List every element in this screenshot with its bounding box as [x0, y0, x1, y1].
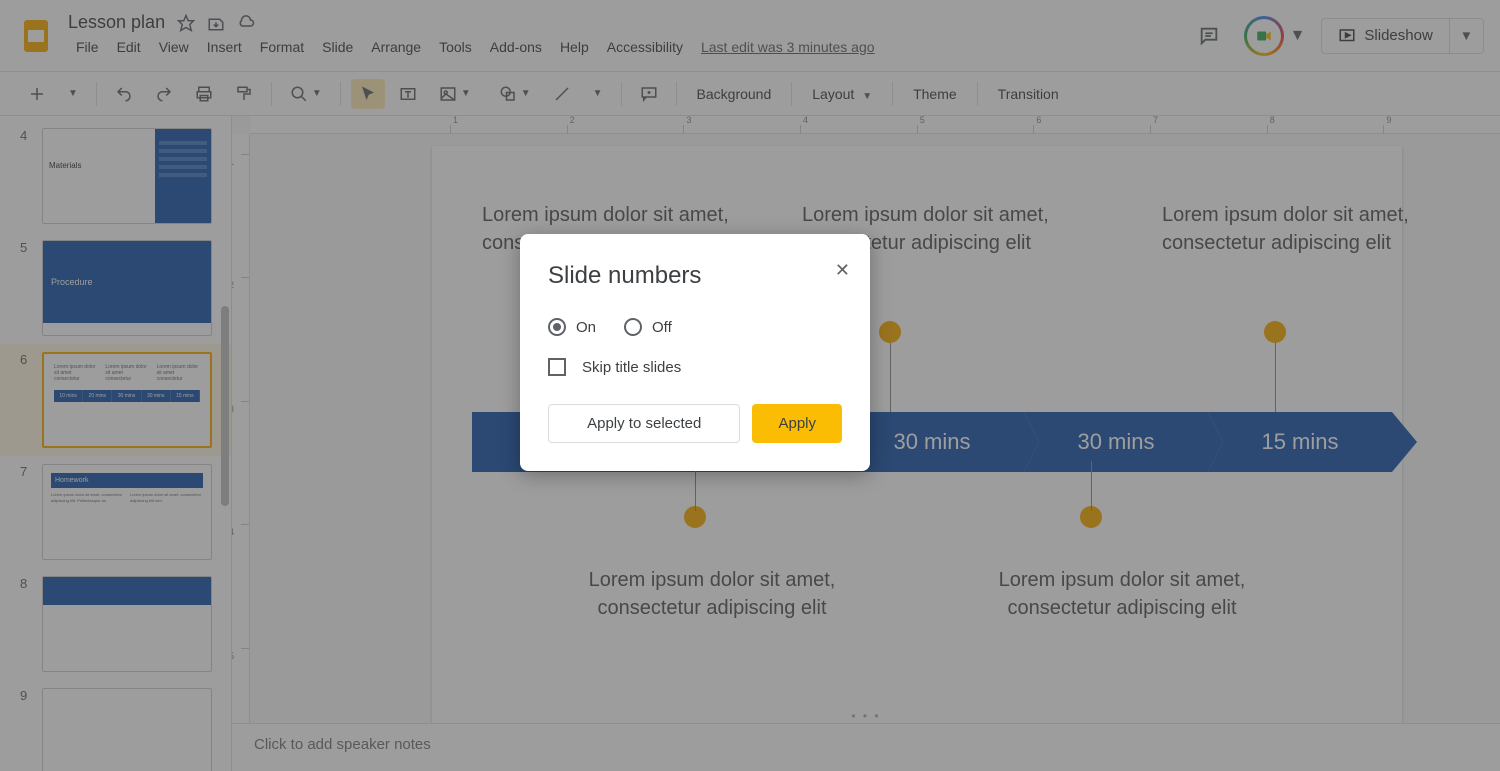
apply-to-selected-button[interactable]: Apply to selected: [548, 404, 740, 443]
close-icon[interactable]: ✕: [835, 260, 850, 281]
checkbox-skip-title[interactable]: Skip title slides: [548, 358, 842, 376]
radio-off-label: Off: [652, 319, 672, 336]
radio-on-label: On: [576, 319, 596, 336]
slide-numbers-dialog: Slide numbers ✕ On Off Skip title slides…: [520, 234, 870, 471]
radio-icon: [548, 318, 566, 336]
apply-button[interactable]: Apply: [752, 404, 842, 443]
radio-icon: [624, 318, 642, 336]
checkbox-skip-label: Skip title slides: [582, 359, 681, 376]
dialog-title: Slide numbers: [548, 262, 842, 290]
checkbox-icon: [548, 358, 566, 376]
radio-on[interactable]: On: [548, 318, 596, 336]
radio-off[interactable]: Off: [624, 318, 672, 336]
